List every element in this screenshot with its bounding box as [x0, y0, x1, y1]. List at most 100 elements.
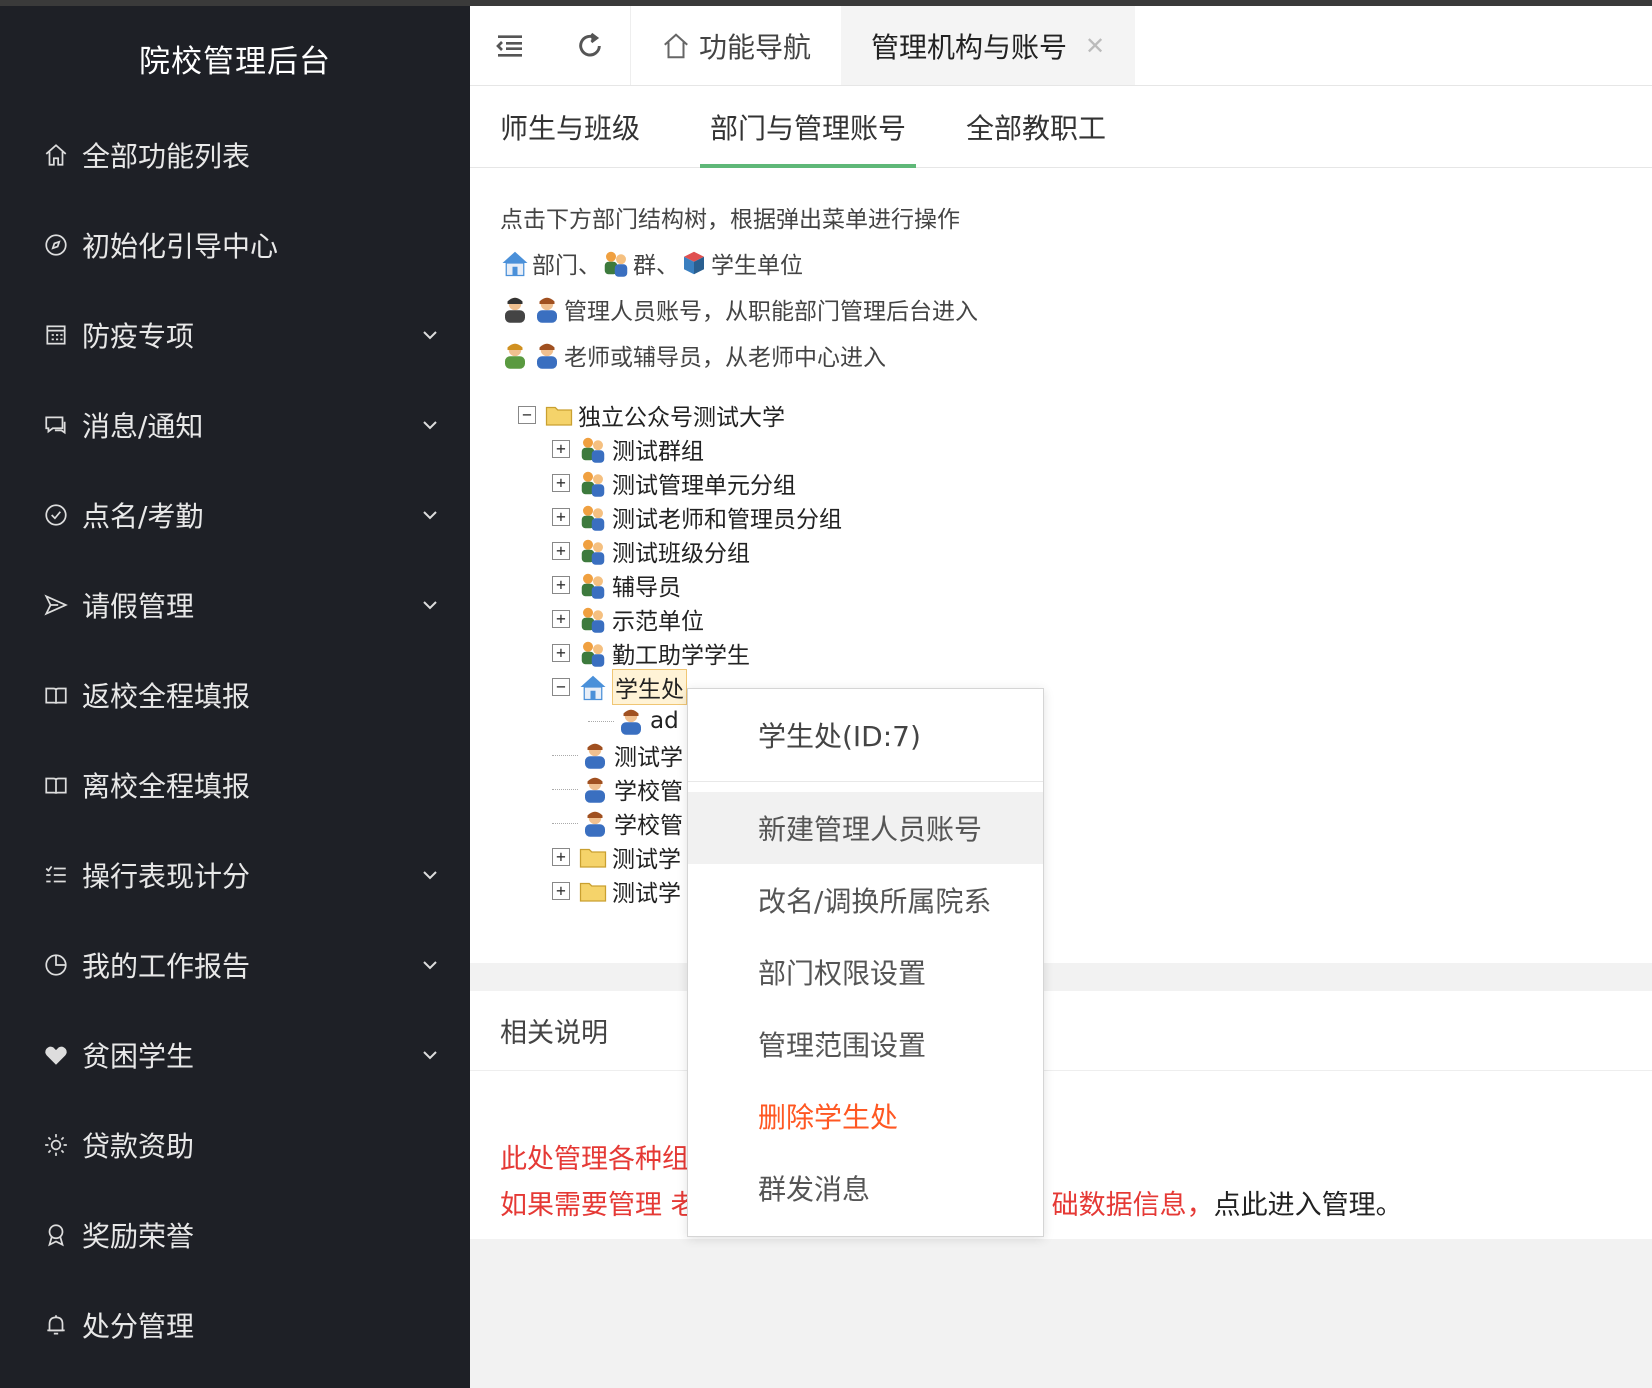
group-icon [604, 251, 628, 277]
notes-line-1: 此处管理各种组 [500, 1143, 689, 1175]
check-circle-icon [42, 501, 70, 529]
sidebar-item-label: 点名/考勤 [82, 500, 204, 533]
send-icon [42, 591, 70, 619]
tree-node-label: 测试学 [614, 745, 683, 771]
subtab-bar: 师生与班级 部门与管理账号 全部教职工 [470, 86, 1652, 168]
sidebar-item-return-school[interactable]: 返校全程填报 [0, 650, 470, 740]
tree-connector [588, 720, 614, 722]
tree-node-folder[interactable]: + 测试学 [518, 874, 1622, 908]
tree-node-user[interactable]: ad [518, 704, 1622, 738]
subtab-departments-accounts[interactable]: 部门与管理账号 [700, 86, 917, 168]
subtab-teachers-classes[interactable]: 师生与班级 [500, 86, 650, 167]
heart-icon [42, 1041, 70, 1069]
tree-node-group[interactable]: + 勤工助学学生 [518, 636, 1622, 670]
menu-item-new-admin-account[interactable]: 新建管理人员账号 [688, 792, 1043, 864]
menu-item-permission-settings[interactable]: 部门权限设置 [688, 936, 1043, 1008]
sidebar-item-discipline[interactable]: 处分管理 [0, 1280, 470, 1370]
refresh-button[interactable] [550, 6, 630, 85]
expand-toggle[interactable]: + [552, 610, 570, 628]
sidebar-item-conduct-score[interactable]: 操行表现计分 [0, 830, 470, 920]
tree-node-label: 辅导员 [612, 575, 681, 601]
department-icon [502, 251, 528, 277]
group-icon [581, 573, 605, 599]
sidebar-item-label: 贷款资助 [82, 1130, 195, 1163]
legend-text: 老师或辅导员，从老师中心进入 [564, 345, 886, 371]
tree-node-folder[interactable]: + 测试学 [518, 840, 1622, 874]
sidebar-item-poor-students[interactable]: 贫困学生 [0, 1010, 470, 1100]
tab-org-accounts[interactable]: 管理机构与账号 ✕ [841, 6, 1136, 85]
tree-node-user[interactable]: 学校管 [518, 772, 1622, 806]
tree-node-label: 学生处 [612, 669, 687, 705]
expand-toggle[interactable]: + [552, 848, 570, 866]
compass-icon [42, 231, 70, 259]
sidebar-item-label: 我的工作报告 [82, 950, 251, 983]
collapse-sidebar-button[interactable] [470, 6, 550, 85]
tree-node-selected-department[interactable]: − 学生处 [518, 669, 1622, 705]
chevron-down-icon [418, 503, 442, 527]
sidebar-item-label: 返校全程填报 [82, 680, 251, 713]
menu-fold-icon [496, 34, 522, 57]
legend-teacher: 老师或辅导员，从老师中心进入 [500, 332, 1622, 378]
sidebar-item-work-report[interactable]: 我的工作报告 [0, 920, 470, 1010]
sidebar-item-loans[interactable]: 贷款资助 [0, 1100, 470, 1190]
sidebar-item-messages[interactable]: 消息/通知 [0, 380, 470, 470]
menu-item-rename-department[interactable]: 改名/调换所属院系 [688, 864, 1043, 936]
tree-node-group[interactable]: + 测试班级分组 [518, 534, 1622, 568]
user-icon [537, 343, 557, 369]
close-icon[interactable]: ✕ [1085, 32, 1105, 60]
tree-node-label: 学校管 [614, 779, 683, 805]
top-tabbar: 功能导航 管理机构与账号 ✕ [470, 6, 1652, 86]
department-tree: − 独立公众号测试大学 + 测试群组 + 测试管理单元分组 + 测试老师和管理员… [518, 398, 1622, 908]
sidebar-item-leave-school[interactable]: 离校全程填报 [0, 740, 470, 830]
chevron-down-icon [418, 953, 442, 977]
tree-node-group[interactable]: + 示范单位 [518, 602, 1622, 636]
tree-node-user[interactable]: 学校管 [518, 806, 1622, 840]
expand-toggle[interactable]: + [552, 882, 570, 900]
tree-node-user[interactable]: 测试学 [518, 738, 1622, 772]
sidebar-item-attendance[interactable]: 点名/考勤 [0, 470, 470, 560]
tree-node-group[interactable]: + 测试群组 [518, 432, 1622, 466]
sidebar-item-init-guide[interactable]: 初始化引导中心 [0, 200, 470, 290]
bell-icon [42, 1311, 70, 1339]
tab-label: 管理机构与账号 [871, 30, 1068, 64]
sidebar-item-leave[interactable]: 请假管理 [0, 560, 470, 650]
sidebar-item-epidemic[interactable]: 防疫专项 [0, 290, 470, 380]
tab-function-nav[interactable]: 功能导航 [631, 6, 841, 85]
student-unit-icon [684, 251, 704, 275]
tree-node-group[interactable]: + 辅导员 [518, 568, 1622, 602]
chevron-down-icon [418, 863, 442, 887]
legend-text: 部门、 [532, 253, 601, 279]
clock-icon [42, 951, 70, 979]
expand-toggle[interactable]: + [552, 542, 570, 560]
tree-node-label: 独立公众号测试大学 [578, 405, 785, 431]
group-icon [581, 641, 605, 667]
tree-node-label: 学校管 [614, 813, 683, 839]
tab-label: 功能导航 [699, 30, 812, 64]
tree-node-label: 测试老师和管理员分组 [612, 507, 842, 533]
tree-node-root[interactable]: − 独立公众号测试大学 [518, 398, 1622, 432]
expand-toggle[interactable]: + [552, 644, 570, 662]
menu-item-broadcast-message[interactable]: 群发消息 [688, 1152, 1043, 1224]
menu-item-scope-settings[interactable]: 管理范围设置 [688, 1008, 1043, 1080]
collapse-toggle[interactable]: − [552, 678, 570, 696]
expand-toggle[interactable]: + [552, 440, 570, 458]
tree-connector [552, 754, 578, 756]
menu-item-delete-department[interactable]: 删除学生处 [688, 1080, 1043, 1152]
tree-node-label: 测试班级分组 [612, 541, 750, 567]
sidebar-item-label: 全部功能列表 [82, 140, 251, 173]
collapse-toggle[interactable]: − [518, 406, 536, 424]
chevron-down-icon [418, 413, 442, 437]
sidebar-item-all-functions[interactable]: 全部功能列表 [0, 110, 470, 200]
tree-node-group[interactable]: + 测试管理单元分组 [518, 466, 1622, 500]
expand-toggle[interactable]: + [552, 508, 570, 526]
expand-toggle[interactable]: + [552, 576, 570, 594]
sidebar-item-awards[interactable]: 奖励荣誉 [0, 1190, 470, 1280]
tree-node-label: 测试学 [612, 847, 681, 873]
subtab-all-staff[interactable]: 全部教职工 [966, 86, 1116, 167]
award-icon [42, 1221, 70, 1249]
folder-open-icon [545, 406, 573, 426]
expand-toggle[interactable]: + [552, 474, 570, 492]
notes-body: 此处管理各种组 如果需要管理 老 础数据信息， 点此进入管理。 [470, 1071, 1652, 1239]
tree-node-group[interactable]: + 测试老师和管理员分组 [518, 500, 1622, 534]
notes-manage-link[interactable]: 点此进入管理。 [1214, 1183, 1403, 1222]
